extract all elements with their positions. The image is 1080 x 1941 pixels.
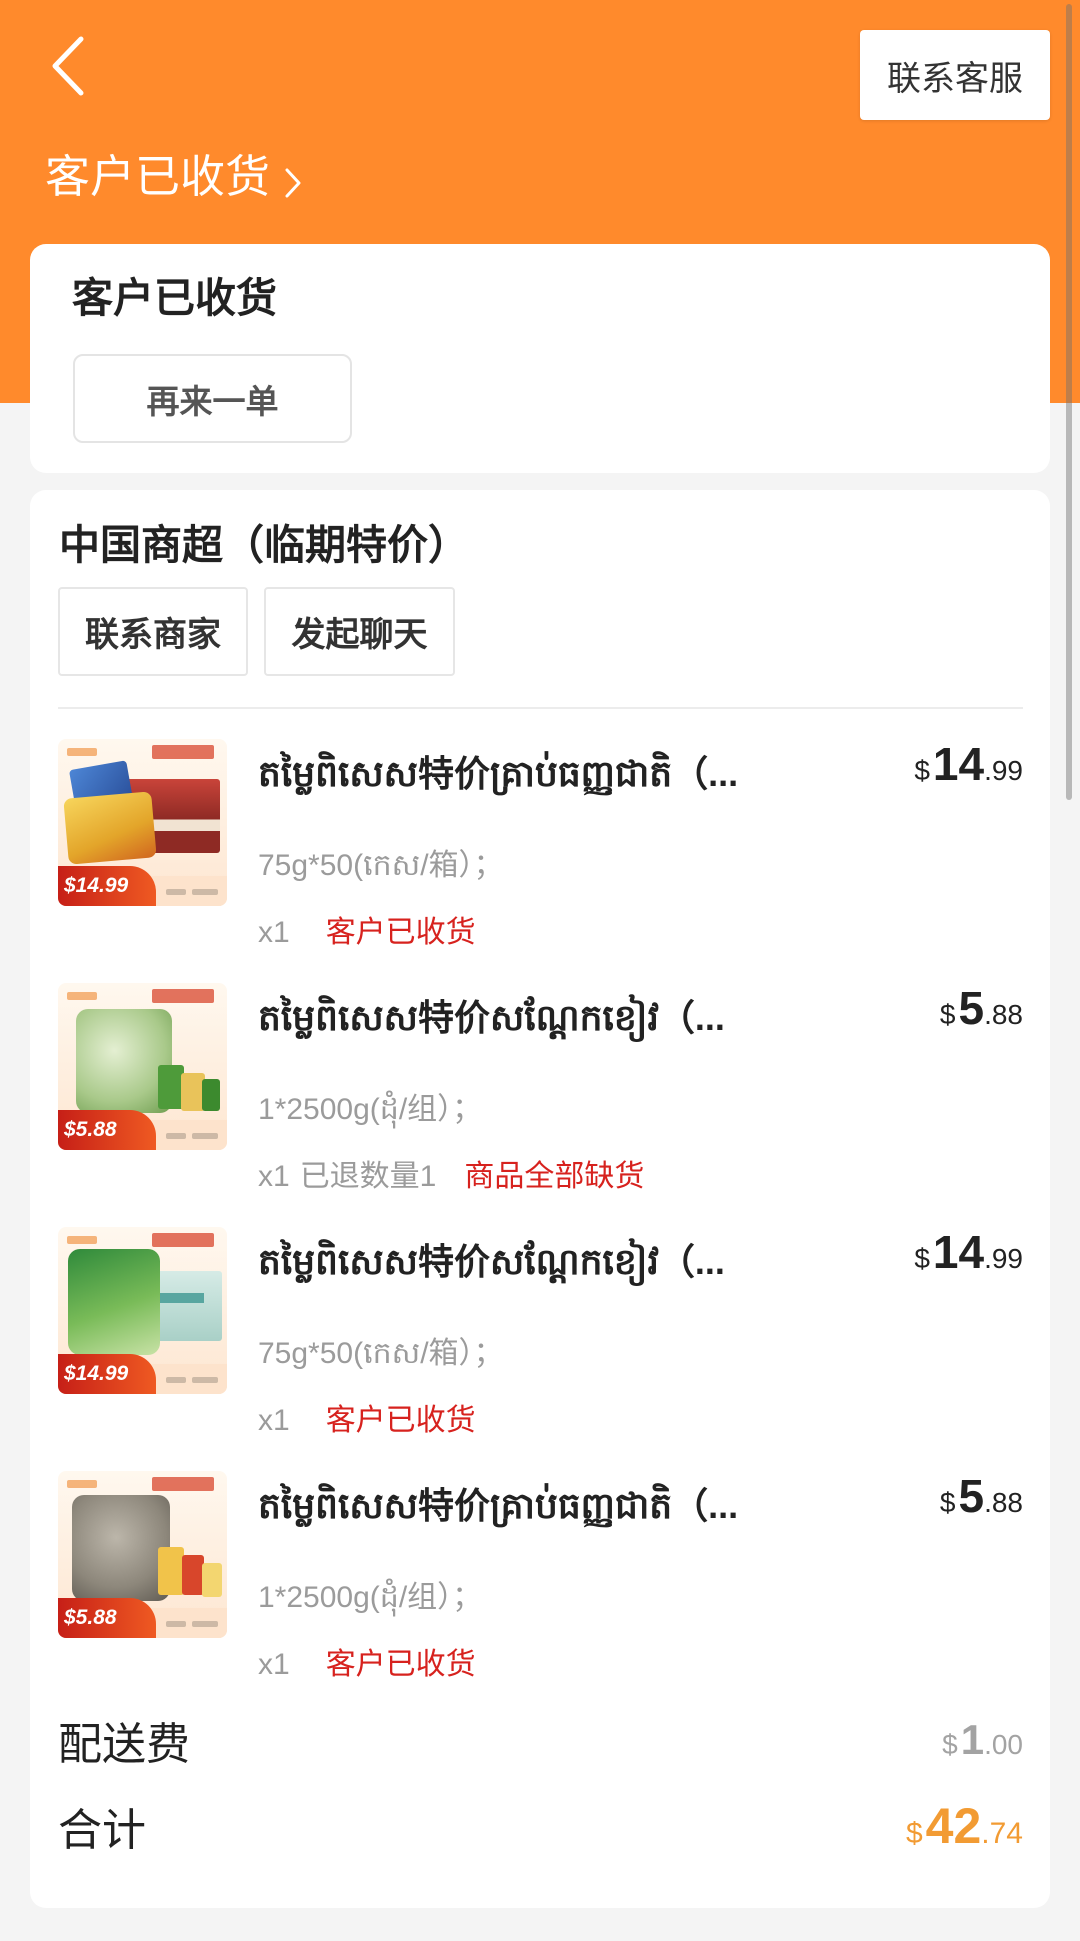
price-currency: $ bbox=[942, 1729, 958, 1760]
thumbnail-footer-mark bbox=[192, 889, 218, 895]
item-spec: 1*2500g(ដុំ/组）； bbox=[258, 1093, 483, 1126]
item-title: តម្លៃពិសេស特价គ្រាប់ធញ្ញជាតិ（... bbox=[258, 1485, 739, 1526]
price-integer: 42 bbox=[925, 1798, 982, 1854]
product-thumbnail: $5.88 bbox=[58, 1471, 227, 1638]
item-quantity: x1 bbox=[258, 1160, 290, 1193]
item-status: 客户已收货 bbox=[325, 1648, 476, 1681]
thumbnail-logo-mark bbox=[67, 1236, 97, 1244]
order-item[interactable]: $5.88 តម្លៃពិសេស特价សណ្តែកខៀវ（... $ 5 .88 … bbox=[30, 983, 1050, 1227]
store-name: 中国商超（临期特价） bbox=[59, 522, 469, 568]
item-spec: 75g*50(កេស/箱）； bbox=[258, 849, 504, 882]
thumbnail-logo-mark bbox=[67, 992, 97, 1000]
thumbnail-price-badge: $14.99 bbox=[58, 866, 156, 906]
product-image-shape bbox=[72, 1495, 170, 1601]
item-spec: 75g*50(កេស/箱）； bbox=[258, 1337, 504, 1370]
thumbnail-logo-mark bbox=[67, 748, 97, 756]
order-item[interactable]: $14.99 តម្លៃពិសេស特价គ្រាប់ធញ្ញជាតិ（... $ … bbox=[30, 739, 1050, 983]
thumbnail-promo-tag bbox=[152, 1477, 214, 1491]
back-button[interactable] bbox=[40, 30, 96, 102]
price-currency: $ bbox=[905, 1817, 923, 1850]
item-spec: 1*2500g(ដុំ/组）； bbox=[258, 1581, 483, 1614]
price-decimal: .00 bbox=[984, 1729, 1023, 1760]
item-price: $ 14 .99 bbox=[914, 1229, 1023, 1275]
item-title: តម្លៃពិសេស特价សណ្តែកខៀវ（... bbox=[258, 997, 725, 1038]
price-currency: $ bbox=[939, 1487, 956, 1518]
thumbnail-promo-tag bbox=[152, 1233, 214, 1247]
thumbnail-price-badge: $5.88 bbox=[58, 1110, 156, 1150]
order-status-link[interactable]: 客户已收货 bbox=[45, 149, 302, 205]
item-status: 商品全部缺货 bbox=[464, 1160, 645, 1193]
product-image-shape bbox=[68, 1249, 160, 1355]
thumbnail-footer-mark bbox=[166, 1377, 186, 1383]
delivery-fee-label: 配送费 bbox=[58, 1720, 190, 1769]
start-chat-button[interactable]: 发起聊天 bbox=[264, 587, 455, 676]
thumbnail-price-badge: $5.88 bbox=[58, 1598, 156, 1638]
item-price: $ 14 .99 bbox=[914, 741, 1023, 787]
product-thumbnail: $14.99 bbox=[58, 1227, 227, 1394]
item-quantity: x1 bbox=[258, 916, 290, 949]
thumbnail-logo-mark bbox=[67, 1480, 97, 1488]
price-integer: 5 bbox=[958, 982, 985, 1034]
thumbnail-price-badge: $14.99 bbox=[58, 1354, 156, 1394]
order-total-amount: $ 42 .74 bbox=[906, 1801, 1023, 1851]
order-detail-card: 中国商超（临期特价） 联系商家 发起聊天 $14.99 តម្លៃពិសេស特价… bbox=[30, 490, 1050, 1908]
product-image-shape bbox=[202, 1079, 220, 1111]
thumbnail-promo-tag bbox=[152, 745, 214, 759]
price-integer: 14 bbox=[932, 1226, 985, 1278]
price-currency: $ bbox=[914, 1243, 930, 1274]
item-title: តម្លៃពិសេស特价សណ្តែកខៀវ（... bbox=[258, 1241, 725, 1282]
status-card-title: 客户已收货 bbox=[72, 275, 277, 321]
product-image-shape bbox=[182, 1555, 204, 1595]
contact-customer-service-button[interactable]: 联系客服 bbox=[860, 30, 1050, 120]
status-card: 客户已收货 再来一单 bbox=[30, 244, 1050, 473]
price-currency: $ bbox=[939, 999, 956, 1030]
price-integer: 1 bbox=[960, 1716, 985, 1763]
contact-merchant-button[interactable]: 联系商家 bbox=[58, 587, 248, 676]
item-quantity-row: x1 已退数量1 商品全部缺货 bbox=[258, 1157, 644, 1197]
item-refunded-quantity: 已退数量1 bbox=[299, 1160, 437, 1193]
thumbnail-footer-mark bbox=[192, 1133, 218, 1139]
order-total-row: 合计 $ 42 .74 bbox=[58, 1796, 1023, 1856]
thumbnail-footer-mark bbox=[192, 1377, 218, 1383]
product-thumbnail: $14.99 bbox=[58, 739, 227, 906]
vertical-scrollbar[interactable] bbox=[1066, 4, 1072, 800]
chevron-right-icon bbox=[284, 167, 302, 199]
item-price: $ 5 .88 bbox=[940, 1473, 1023, 1519]
product-image-shape bbox=[158, 1547, 184, 1595]
product-image-shape bbox=[202, 1563, 222, 1597]
reorder-button[interactable]: 再来一单 bbox=[73, 354, 352, 443]
chevron-left-icon bbox=[52, 36, 84, 96]
item-quantity: x1 bbox=[258, 1648, 290, 1681]
price-decimal: .74 bbox=[981, 1817, 1023, 1850]
item-quantity-row: x1 客户已收货 bbox=[258, 913, 476, 953]
item-quantity-row: x1 客户已收货 bbox=[258, 1401, 476, 1441]
price-decimal: .88 bbox=[984, 1487, 1023, 1518]
order-item[interactable]: $5.88 តម្លៃពិសេស特价គ្រាប់ធញ្ញជាតិ（... $ 5… bbox=[30, 1471, 1050, 1715]
price-decimal: .99 bbox=[984, 1243, 1023, 1274]
thumbnail-promo-tag bbox=[152, 989, 214, 1003]
item-quantity: x1 bbox=[258, 1404, 290, 1437]
order-status-title: 客户已收货 bbox=[45, 151, 271, 202]
thumbnail-footer-mark bbox=[166, 889, 186, 895]
price-decimal: .99 bbox=[984, 755, 1023, 786]
product-image-shape bbox=[63, 791, 157, 865]
price-integer: 5 bbox=[958, 1470, 985, 1522]
item-title: តម្លៃពិសេស特价គ្រាប់ធញ្ញជាតិ（... bbox=[258, 753, 739, 794]
item-status: 客户已收货 bbox=[325, 916, 476, 949]
divider bbox=[58, 707, 1023, 709]
order-total-label: 合计 bbox=[58, 1806, 146, 1855]
product-thumbnail: $5.88 bbox=[58, 983, 227, 1150]
price-decimal: .88 bbox=[984, 999, 1023, 1030]
delivery-fee-row: 配送费 $ 1 .00 bbox=[58, 1710, 1023, 1770]
item-price: $ 5 .88 bbox=[940, 985, 1023, 1031]
thumbnail-footer-mark bbox=[166, 1133, 186, 1139]
order-item[interactable]: $14.99 តម្លៃពិសេស特价សណ្តែកខៀវ（... $ 14 .9… bbox=[30, 1227, 1050, 1471]
price-currency: $ bbox=[914, 755, 930, 786]
delivery-fee-amount: $ 1 .00 bbox=[942, 1719, 1023, 1761]
item-status: 客户已收货 bbox=[325, 1404, 476, 1437]
price-integer: 14 bbox=[932, 738, 985, 790]
item-quantity-row: x1 客户已收货 bbox=[258, 1645, 476, 1685]
thumbnail-footer-mark bbox=[166, 1621, 186, 1627]
thumbnail-footer-mark bbox=[192, 1621, 218, 1627]
